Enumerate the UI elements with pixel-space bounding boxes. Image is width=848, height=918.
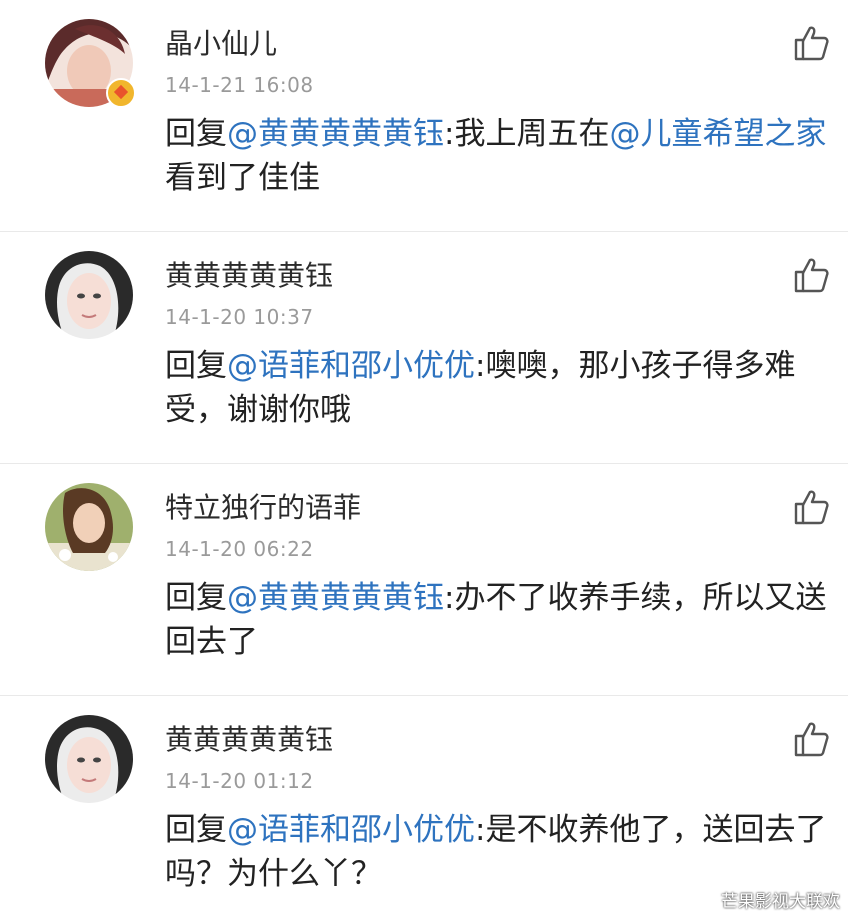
- watermark: 芒果影视大联欢: [721, 892, 840, 912]
- comment-item: 黄黄黄黄黄钰 14-1-20 01:12 回复@语菲和邵小优优:是不收养他了，送…: [0, 696, 848, 918]
- user-avatar-icon: [45, 251, 133, 339]
- username[interactable]: 晶小仙儿: [165, 22, 277, 62]
- mention-link[interactable]: @黄黄黄黄黄钰: [227, 580, 444, 616]
- comment-text: :我上周五在: [444, 116, 610, 152]
- thumbs-up-icon[interactable]: [792, 256, 830, 294]
- thumbs-up-icon[interactable]: [792, 24, 830, 62]
- timestamp: 14-1-21 16:08: [165, 73, 314, 97]
- mention-link[interactable]: @语菲和邵小优优: [227, 348, 475, 384]
- comment-item: 晶小仙儿 14-1-21 16:08 回复@黄黄黄黄黄钰:我上周五在@儿童希望之…: [0, 0, 848, 232]
- reply-prefix: 回复: [165, 348, 227, 384]
- comment-body: 回复@语菲和邵小优优:是不收养他了，送回去了吗？为什么丫？: [165, 808, 840, 896]
- comment-item: 特立独行的语菲 14-1-20 06:22 回复@黄黄黄黄黄钰:办不了收养手续，…: [0, 464, 848, 696]
- thumbs-up-icon[interactable]: [792, 720, 830, 758]
- user-avatar-icon: [45, 483, 133, 571]
- timestamp: 14-1-20 06:22: [165, 537, 314, 561]
- comment-body: 回复@黄黄黄黄黄钰:办不了收养手续，所以又送回去了: [165, 576, 840, 664]
- timestamp: 14-1-20 01:12: [165, 769, 314, 793]
- avatar[interactable]: [45, 483, 133, 571]
- username[interactable]: 黄黄黄黄黄钰: [165, 718, 333, 758]
- comment-text: 看到了佳佳: [165, 160, 320, 196]
- thumbs-up-icon[interactable]: [792, 488, 830, 526]
- avatar[interactable]: [45, 251, 133, 339]
- reply-prefix: 回复: [165, 116, 227, 152]
- comment-item: 黄黄黄黄黄钰 14-1-20 10:37 回复@语菲和邵小优优:噢噢，那小孩子得…: [0, 232, 848, 464]
- mention-link[interactable]: @儿童希望之家: [609, 116, 826, 152]
- reply-prefix: 回复: [165, 812, 227, 848]
- reply-prefix: 回复: [165, 580, 227, 616]
- mention-link[interactable]: @语菲和邵小优优: [227, 812, 475, 848]
- username[interactable]: 黄黄黄黄黄钰: [165, 254, 333, 294]
- timestamp: 14-1-20 10:37: [165, 305, 314, 329]
- mention-link[interactable]: @黄黄黄黄黄钰: [227, 116, 444, 152]
- comment-body: 回复@语菲和邵小优优:噢噢，那小孩子得多难受，谢谢你哦: [165, 344, 840, 432]
- avatar[interactable]: [45, 715, 133, 803]
- user-avatar-icon: [45, 715, 133, 803]
- username[interactable]: 特立独行的语菲: [165, 486, 361, 526]
- comment-body: 回复@黄黄黄黄黄钰:我上周五在@儿童希望之家 看到了佳佳: [165, 112, 840, 200]
- verified-badge-icon: [106, 78, 136, 108]
